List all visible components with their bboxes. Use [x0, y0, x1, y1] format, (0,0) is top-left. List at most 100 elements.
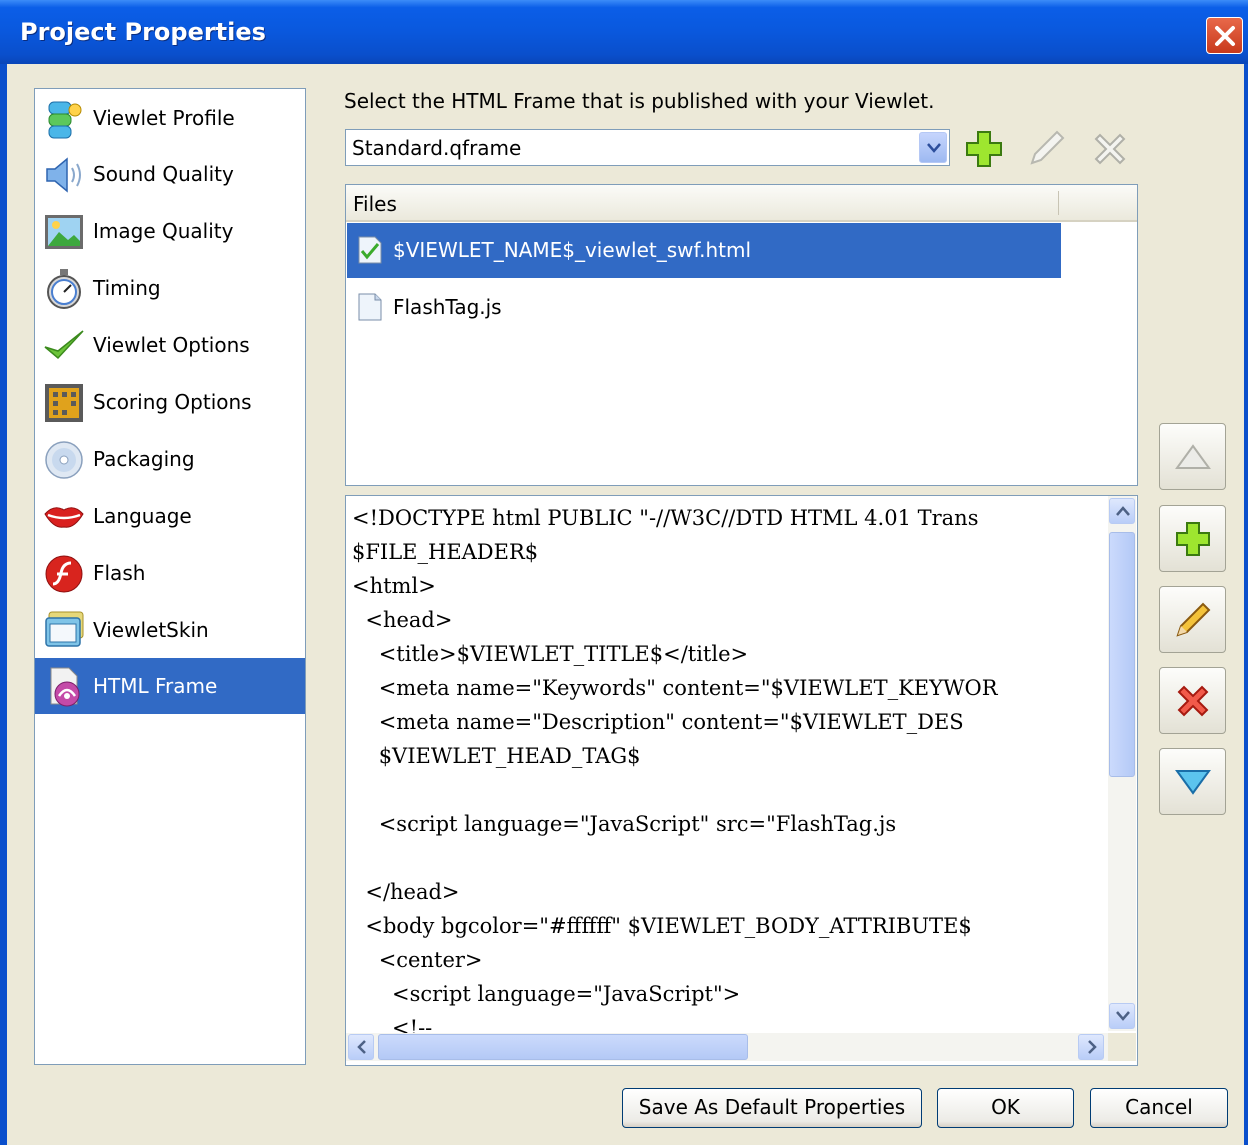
code-line: <!--: [352, 1016, 433, 1034]
close-button[interactable]: [1206, 17, 1243, 54]
chevron-down-icon: [1116, 1011, 1130, 1021]
sidebar-item-image-quality[interactable]: Image Quality: [35, 203, 305, 259]
picture-icon: [45, 215, 83, 249]
move-up-button[interactable]: [1159, 423, 1226, 490]
code-view[interactable]: <!DOCTYPE html PUBLIC "-//W3C//DTD HTML …: [352, 506, 1105, 1034]
code-line: <center>: [352, 948, 483, 972]
cancel-button[interactable]: Cancel: [1090, 1088, 1228, 1128]
chevron-right-icon: [1088, 1040, 1097, 1054]
sidebar-item-label: Viewlet Options: [93, 333, 250, 357]
speaker-icon: [46, 157, 81, 193]
frame-prompt-text: Select the HTML Frame that is published …: [344, 89, 935, 113]
code-line: <meta name="Description" content="$VIEWL…: [352, 710, 964, 734]
project-properties-dialog: Project Properties Viewlet Profile Sound…: [0, 0, 1248, 1145]
dropdown-button[interactable]: [919, 132, 947, 163]
sidebar-item-packaging[interactable]: Packaging: [35, 431, 305, 487]
chevron-down-icon: [927, 143, 941, 153]
sidebar-item-label: Timing: [93, 276, 161, 300]
file-row[interactable]: $VIEWLET_NAME$_viewlet_swf.html: [347, 223, 1061, 278]
horizontal-scrollbar[interactable]: [346, 1033, 1108, 1061]
save-default-properties-button[interactable]: Save As Default Properties: [622, 1088, 922, 1128]
sidebar-item-label: Viewlet Profile: [93, 106, 235, 130]
html-frame-icon: [50, 667, 80, 707]
file-name: FlashTag.js: [393, 295, 502, 319]
window-border-right: [1244, 64, 1248, 1145]
sidebar-item-label: Sound Quality: [93, 162, 234, 186]
sidebar-item-label: Language: [93, 504, 192, 528]
sidebar-item-label: Scoring Options: [93, 390, 252, 414]
triangle-down-icon: [1175, 770, 1211, 795]
close-icon: [1215, 26, 1235, 46]
triangle-up-icon: [1175, 444, 1211, 469]
scroll-left-button[interactable]: [348, 1034, 374, 1060]
code-line: <script language="JavaScript" src="Flash…: [352, 812, 897, 836]
chevron-up-icon: [1116, 506, 1130, 516]
file-row[interactable]: FlashTag.js: [347, 280, 1061, 335]
stopwatch-icon: [47, 269, 81, 309]
code-line: <title>$VIEWLET_TITLE$</title>: [352, 642, 749, 666]
lips-icon: [44, 507, 84, 528]
scoreboard-icon: [45, 384, 83, 422]
file-name: $VIEWLET_NAME$_viewlet_swf.html: [393, 238, 752, 262]
scroll-right-button[interactable]: [1078, 1034, 1104, 1060]
files-column-header[interactable]: Files: [346, 185, 1137, 222]
delete-frame-icon[interactable]: [1090, 129, 1130, 169]
sidebar-item-label: ViewletSkin: [93, 618, 209, 642]
add-frame-icon[interactable]: [964, 129, 1004, 169]
code-line: <head>: [352, 608, 453, 632]
flash-icon: [45, 555, 83, 593]
viewlet-profile-icon: [48, 101, 82, 139]
sidebar-item-viewletskin[interactable]: ViewletSkin: [35, 602, 305, 658]
window-title: Project Properties: [20, 18, 266, 46]
html-file-checked-icon: [358, 236, 382, 264]
html-frame-select-value: Standard.qframe: [352, 136, 522, 160]
sidebar-item-viewlet-profile[interactable]: Viewlet Profile: [35, 90, 305, 146]
sidebar-item-viewlet-options[interactable]: Viewlet Options: [35, 317, 305, 373]
scrollbar-corner: [1108, 1033, 1136, 1061]
window-border-left: [0, 64, 7, 1145]
title-bar: Project Properties: [0, 0, 1248, 64]
sidebar-item-html-frame[interactable]: HTML Frame: [35, 658, 305, 714]
code-line: $VIEWLET_HEAD_TAG$: [352, 744, 641, 768]
frame-source-editor[interactable]: <!DOCTYPE html PUBLIC "-//W3C//DTD HTML …: [345, 495, 1138, 1066]
delete-file-button[interactable]: [1159, 667, 1226, 734]
edit-frame-icon[interactable]: [1026, 129, 1066, 169]
js-file-icon: [358, 293, 382, 321]
code-line: <html>: [352, 574, 436, 598]
chevron-left-icon: [357, 1040, 366, 1054]
edit-file-button[interactable]: [1159, 586, 1226, 653]
plus-icon: [1176, 522, 1210, 556]
sidebar-item-language[interactable]: Language: [35, 488, 305, 544]
sidebar-item-scoring-options[interactable]: Scoring Options: [35, 374, 305, 430]
sidebar-item-flash[interactable]: Flash: [35, 545, 305, 601]
sidebar-item-timing[interactable]: Timing: [35, 260, 305, 316]
code-line: $FILE_HEADER$: [352, 540, 539, 564]
html-frame-select[interactable]: Standard.qframe: [345, 129, 950, 166]
code-line: <body bgcolor="#ffffff" $VIEWLET_BODY_AT…: [352, 914, 972, 938]
code-line: <!DOCTYPE html PUBLIC "-//W3C//DTD HTML …: [352, 506, 979, 530]
ok-button[interactable]: OK: [937, 1088, 1074, 1128]
move-down-button[interactable]: [1159, 748, 1226, 815]
files-header-label: Files: [353, 192, 397, 216]
vertical-scroll-thumb[interactable]: [1109, 532, 1135, 777]
sidebar-item-label: Packaging: [93, 447, 195, 471]
add-file-button[interactable]: [1159, 505, 1226, 572]
checkmark-icon: [44, 330, 84, 360]
column-divider[interactable]: [1058, 191, 1059, 215]
sidebar-item-sound-quality[interactable]: Sound Quality: [35, 146, 305, 202]
sidebar-item-label: Image Quality: [93, 219, 234, 243]
delete-x-icon: [1177, 685, 1209, 717]
code-line: </head>: [352, 880, 460, 904]
disc-icon: [45, 441, 83, 479]
code-line: <script language="JavaScript">: [352, 982, 741, 1006]
skin-window-icon: [45, 611, 84, 647]
sidebar-item-label: HTML Frame: [93, 674, 218, 698]
horizontal-scroll-thumb[interactable]: [378, 1034, 748, 1060]
scroll-up-button[interactable]: [1109, 498, 1135, 524]
vertical-scrollbar[interactable]: [1108, 496, 1136, 1031]
scroll-down-button[interactable]: [1109, 1003, 1135, 1029]
settings-category-list: Viewlet Profile Sound Quality Image Qual…: [34, 88, 306, 1065]
code-line: <meta name="Keywords" content="$VIEWLET_…: [352, 676, 998, 700]
files-list: Files $VIEWLET_NAME$_viewlet_swf.html Fl…: [345, 184, 1138, 486]
pencil-icon: [1176, 602, 1211, 637]
